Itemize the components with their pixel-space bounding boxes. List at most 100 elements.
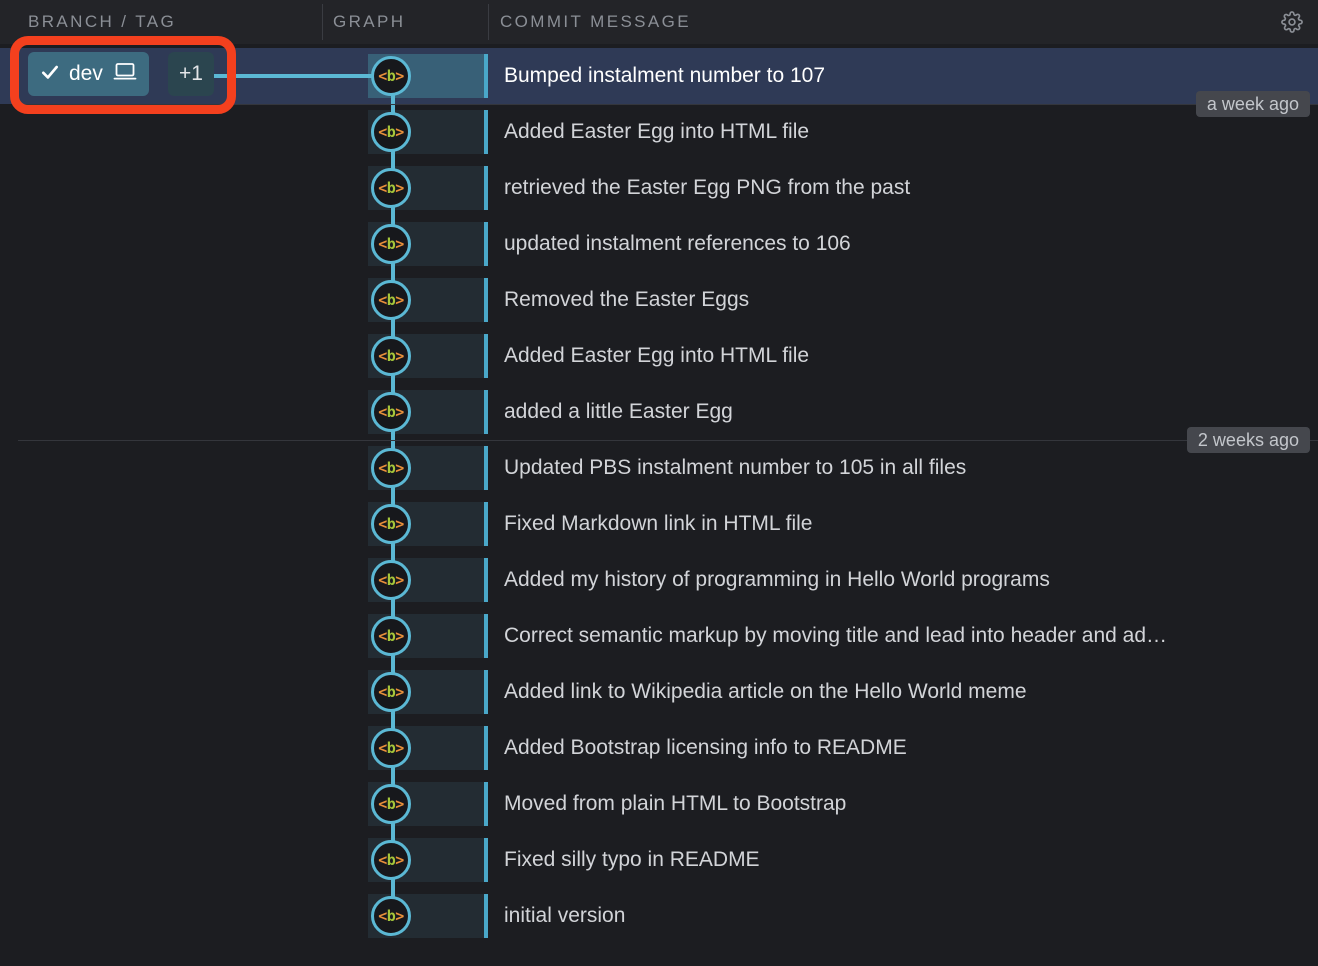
commit-row[interactable]: < b > retrieved the Easter Egg PNG from the… [0, 160, 1318, 216]
commit-node-icon[interactable]: < b > [371, 168, 411, 208]
commit-message-label: Added link to Wikipedia article on the H… [504, 680, 1027, 703]
commit-message-label: Removed the Easter Eggs [504, 288, 750, 311]
commit-message-label: Bumped instalment number to 107 [504, 64, 826, 87]
node-letter: b [386, 850, 396, 869]
node-left-bracket: < [378, 850, 387, 869]
node-right-bracket: > [395, 906, 404, 925]
node-left-bracket: < [378, 458, 387, 477]
node-right-bracket: > [395, 570, 404, 589]
node-letter: b [386, 66, 396, 85]
branch-extra-count-chip[interactable]: +1 [168, 52, 214, 96]
commit-node-icon[interactable]: < b > [371, 56, 411, 96]
commit-node-icon[interactable]: < b > [371, 784, 411, 824]
node-right-bracket: > [395, 514, 404, 533]
commit-node-icon[interactable]: < b > [371, 896, 411, 936]
commit-message-label: Moved from plain HTML to Bootstrap [504, 792, 847, 815]
node-left-bracket: < [378, 122, 387, 141]
node-letter: b [386, 234, 396, 253]
commit-node-icon[interactable]: < b > [371, 336, 411, 376]
commit-message-label: retrieved the Easter Egg PNG from the pa… [504, 176, 911, 199]
node-left-bracket: < [378, 570, 387, 589]
commit-row[interactable]: < b > Correct semantic markup by moving tit… [0, 608, 1318, 664]
column-header-graph: GRAPH [333, 12, 406, 31]
check-icon [40, 62, 60, 87]
commit-row[interactable]: < b > Added link to Wikipedia article on th… [0, 664, 1318, 720]
column-header-bar: BRANCH / TAG GRAPH COMMIT MESSAGE [0, 0, 1318, 44]
node-letter: b [386, 906, 396, 925]
node-letter: b [386, 178, 396, 197]
node-right-bracket: > [395, 794, 404, 813]
node-right-bracket: > [395, 234, 404, 253]
header-divider-2 [488, 4, 489, 40]
commit-node-icon[interactable]: < b > [371, 504, 411, 544]
commit-message-label: Added Bootstrap licensing info to README [504, 736, 907, 759]
node-right-bracket: > [395, 458, 404, 477]
node-letter: b [386, 458, 396, 477]
commit-message-label: Added Easter Egg into HTML file [504, 120, 810, 143]
commit-row[interactable]: < b > updated instalment references to 106 [0, 216, 1318, 272]
node-right-bracket: > [395, 626, 404, 645]
commit-row[interactable]: < b > Added Bootstrap licensing info to REA… [0, 720, 1318, 776]
node-right-bracket: > [395, 122, 404, 141]
commit-message-label: Added Easter Egg into HTML file [504, 344, 810, 367]
commit-node-icon[interactable]: < b > [371, 616, 411, 656]
node-left-bracket: < [378, 290, 387, 309]
node-letter: b [386, 626, 396, 645]
column-header-commit-message: COMMIT MESSAGE [500, 12, 692, 31]
node-left-bracket: < [378, 794, 387, 813]
header-divider-1 [322, 4, 323, 40]
branch-name-label: dev [69, 62, 103, 85]
commit-node-icon[interactable]: < b > [371, 672, 411, 712]
commit-row[interactable]: < b > Fixed silly typo in README [0, 832, 1318, 888]
commit-message-label: added a little Easter Egg [504, 400, 733, 423]
node-right-bracket: > [395, 850, 404, 869]
commit-row[interactable]: < b > Added Easter Egg into HTML file [0, 104, 1318, 160]
date-group-divider [18, 104, 1318, 105]
commit-node-icon[interactable]: < b > [371, 280, 411, 320]
commit-list: < b > Bumped instalment number to 107 < b > Add… [0, 44, 1318, 966]
commit-node-icon[interactable]: < b > [371, 560, 411, 600]
commit-node-icon[interactable]: < b > [371, 840, 411, 880]
commit-node-icon[interactable]: < b > [371, 112, 411, 152]
commit-row[interactable]: < b > Added my history of programming in He… [0, 552, 1318, 608]
commit-row[interactable]: < b > added a little Easter Egg [0, 384, 1318, 440]
commit-message-label: Added my history of programming in Hello… [504, 568, 1050, 591]
gear-icon [1281, 11, 1303, 33]
node-right-bracket: > [395, 178, 404, 197]
commit-row[interactable]: < b > Removed the Easter Eggs [0, 272, 1318, 328]
commit-row[interactable]: < b > initial version [0, 888, 1318, 944]
commit-row[interactable]: < b > Added Easter Egg into HTML file [0, 328, 1318, 384]
laptop-icon [113, 61, 137, 87]
commit-message-label: Correct semantic markup by moving title … [504, 624, 1168, 647]
commit-message-label: updated instalment references to 106 [504, 232, 851, 255]
node-left-bracket: < [378, 178, 387, 197]
commit-message-label: Fixed Markdown link in HTML file [504, 512, 813, 535]
node-right-bracket: > [395, 682, 404, 701]
settings-button[interactable] [1266, 0, 1318, 44]
node-letter: b [386, 514, 396, 533]
node-left-bracket: < [378, 346, 387, 365]
node-letter: b [386, 738, 396, 757]
node-left-bracket: < [378, 66, 387, 85]
commit-message-label: initial version [504, 904, 626, 927]
node-letter: b [386, 794, 396, 813]
commit-node-icon[interactable]: < b > [371, 448, 411, 488]
node-letter: b [386, 682, 396, 701]
node-left-bracket: < [378, 626, 387, 645]
date-group-badge: a week ago [1195, 91, 1310, 117]
commit-message-label: Updated PBS instalment number to 105 in … [504, 456, 967, 479]
commit-row[interactable]: < b > Updated PBS instalment number to 105 … [0, 440, 1318, 496]
node-left-bracket: < [378, 906, 387, 925]
commit-node-icon[interactable]: < b > [371, 224, 411, 264]
node-right-bracket: > [395, 738, 404, 757]
node-letter: b [386, 346, 396, 365]
commit-row[interactable]: < b > Fixed Markdown link in HTML file [0, 496, 1318, 552]
branch-badge-dev[interactable]: dev [28, 52, 149, 96]
node-right-bracket: > [395, 402, 404, 421]
commit-row[interactable]: < b > Moved from plain HTML to Bootstrap [0, 776, 1318, 832]
commit-node-icon[interactable]: < b > [371, 728, 411, 768]
node-letter: b [386, 402, 396, 421]
commit-node-icon[interactable]: < b > [371, 392, 411, 432]
column-header-branch-tag: BRANCH / TAG [28, 12, 177, 31]
node-left-bracket: < [378, 402, 387, 421]
